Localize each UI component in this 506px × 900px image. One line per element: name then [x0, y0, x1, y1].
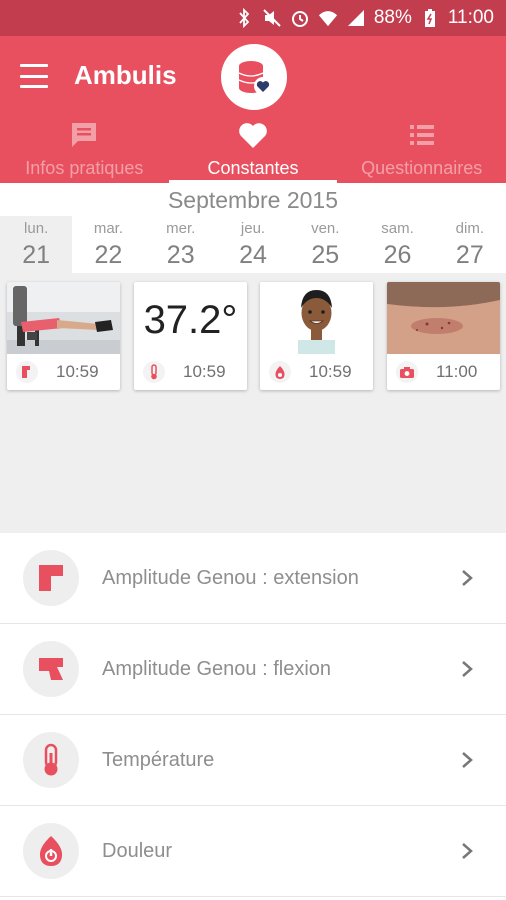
- tab-infos-pratiques[interactable]: Infos pratiques: [0, 116, 169, 183]
- list-item-temperature[interactable]: Température: [0, 715, 506, 806]
- app-title: Ambulis: [74, 60, 177, 90]
- temperature-value: 37.2°: [143, 298, 238, 342]
- tab-label: Constantes: [207, 158, 299, 178]
- chevron-right-icon: [462, 752, 473, 768]
- tab-questionnaires[interactable]: Questionnaires: [337, 116, 506, 183]
- day-number: 27: [455, 241, 484, 269]
- camera-icon: [396, 361, 418, 383]
- day-tuesday[interactable]: mar. 22: [72, 216, 144, 273]
- chevron-right-icon: [462, 570, 473, 586]
- message-icon: [69, 120, 99, 150]
- app-bar: Ambulis Infos pratiques Constantes Quest…: [0, 36, 506, 183]
- measurement-list: Amplitude Genou : extension Amplitude Ge…: [0, 533, 506, 900]
- measurement-cards: 10:59 37.2° 10:59 10:59 11:00: [0, 280, 506, 530]
- tab-label: Infos pratiques: [25, 158, 144, 178]
- measurement-card-temperature[interactable]: 37.2° 10:59: [134, 282, 247, 390]
- week-calendar: Septembre 2015 lun. 21 mar. 22 mer. 23 j…: [0, 183, 506, 273]
- card-footer: 10:59: [260, 354, 373, 390]
- wound-photo: [387, 282, 500, 354]
- database-heart-icon: [238, 61, 272, 95]
- day-name: sam.: [381, 220, 414, 237]
- card-footer: 10:59: [7, 354, 120, 390]
- tab-bar: Infos pratiques Constantes Questionnaire…: [0, 116, 506, 183]
- battery-icon: [420, 8, 440, 28]
- menu-button[interactable]: [20, 64, 48, 88]
- pain-avatar: [260, 282, 373, 354]
- day-thursday[interactable]: jeu. 24: [217, 216, 289, 273]
- list-item-label: Amplitude Genou : flexion: [102, 657, 332, 680]
- thermometer-icon: [23, 732, 79, 788]
- knee-extension-icon: [23, 550, 79, 606]
- day-name: jeu.: [240, 220, 266, 237]
- status-bar: 88% 11:00: [0, 0, 506, 36]
- bluetooth-icon: [234, 8, 254, 28]
- list-icon: [407, 120, 437, 150]
- day-number: 25: [311, 241, 340, 269]
- day-number: 23: [166, 241, 195, 269]
- measurement-card-knee[interactable]: 10:59: [7, 282, 120, 390]
- chevron-right-icon: [462, 661, 473, 677]
- day-number: 21: [22, 241, 51, 269]
- day-sunday[interactable]: dim. 27: [434, 216, 506, 273]
- signal-icon: [346, 8, 366, 28]
- day-wednesday[interactable]: mer. 23: [145, 216, 217, 273]
- day-friday[interactable]: ven. 25: [289, 216, 361, 273]
- card-time: 10:59: [309, 362, 352, 381]
- list-item-knee-flexion[interactable]: Amplitude Genou : flexion: [0, 624, 506, 715]
- knee-photo: [7, 282, 120, 354]
- tab-constantes[interactable]: Constantes: [168, 116, 338, 183]
- day-name: dim.: [455, 220, 484, 237]
- day-saturday[interactable]: sam. 26: [361, 216, 433, 273]
- knee-flexion-icon: [23, 641, 79, 697]
- thermometer-icon: [143, 361, 165, 383]
- wifi-icon: [318, 8, 338, 28]
- card-time: 10:59: [56, 362, 99, 381]
- card-time: 10:59: [183, 362, 226, 381]
- day-name: mar.: [93, 220, 124, 237]
- list-item-knee-extension[interactable]: Amplitude Genou : extension: [0, 533, 506, 624]
- chevron-right-icon: [462, 843, 473, 859]
- knee-icon: [16, 361, 38, 383]
- card-footer: 10:59: [134, 354, 247, 390]
- day-number: 26: [383, 241, 412, 269]
- alarm-icon: [290, 8, 310, 28]
- mute-icon: [262, 8, 282, 28]
- measurement-card-photo[interactable]: 11:00: [387, 282, 500, 390]
- temperature-value-area: 37.2°: [134, 282, 247, 354]
- day-number: 22: [94, 241, 123, 269]
- day-strip: lun. 21 mar. 22 mer. 23 jeu. 24 ven. 25 …: [0, 216, 506, 273]
- menu-icon-line: [20, 74, 48, 78]
- tab-label: Questionnaires: [361, 158, 483, 178]
- list-item-label: Amplitude Genou : extension: [102, 566, 359, 589]
- flame-icon: [269, 361, 291, 383]
- list-item-pain[interactable]: Douleur: [0, 806, 506, 897]
- menu-icon-line: [20, 64, 48, 67]
- app-logo[interactable]: [221, 44, 287, 110]
- day-name: mer.: [166, 220, 196, 237]
- day-name: lun.: [24, 220, 49, 237]
- flame-icon: [23, 823, 79, 879]
- day-name: ven.: [311, 220, 340, 237]
- list-item-label: Température: [102, 748, 215, 771]
- heart-icon: [238, 120, 268, 150]
- list-item-label: Douleur: [102, 839, 173, 862]
- battery-percent: 88%: [373, 7, 412, 28]
- menu-icon-line: [20, 85, 48, 88]
- card-time: 11:00: [436, 362, 478, 381]
- month-title: Septembre 2015: [167, 187, 339, 213]
- clock-time: 11:00: [447, 7, 494, 28]
- card-footer: 11:00: [387, 354, 500, 390]
- day-number: 24: [239, 241, 267, 269]
- measurement-card-pain[interactable]: 10:59: [260, 282, 373, 390]
- day-monday[interactable]: lun. 21: [0, 216, 73, 273]
